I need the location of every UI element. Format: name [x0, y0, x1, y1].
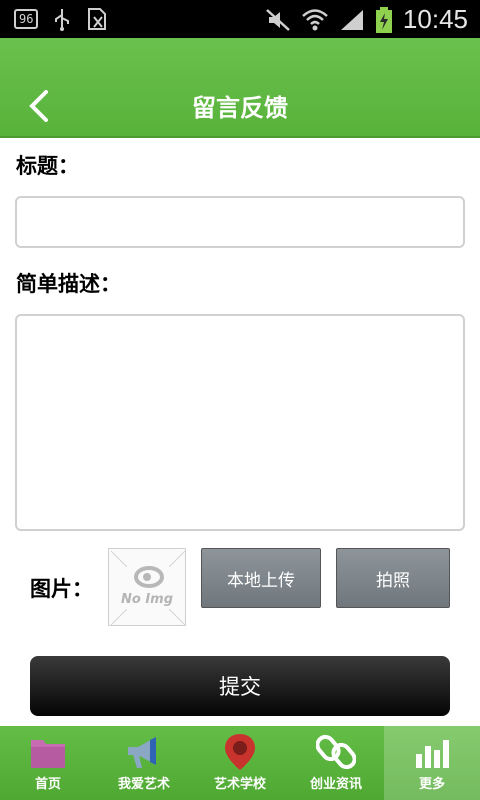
nav-item-more[interactable]: 更多	[384, 726, 480, 800]
bar-chart-icon	[416, 740, 449, 768]
sim-card-icon	[88, 8, 107, 30]
title-input[interactable]	[15, 196, 465, 248]
page-title: 留言反馈	[192, 94, 288, 122]
clock-time: 10:45	[402, 4, 468, 34]
description-textarea[interactable]	[15, 314, 465, 531]
header-divider	[0, 136, 480, 138]
nav-label-startup-news: 创业资讯	[309, 777, 362, 792]
chain-link-icon	[316, 734, 356, 770]
signal-icon	[340, 9, 363, 30]
submit-button[interactable]: 提交	[30, 656, 450, 716]
nav-label-love-art: 我爱艺术	[117, 777, 170, 792]
nav-label-art-school: 艺术学校	[213, 777, 266, 792]
take-photo-button[interactable]: 拍照	[336, 548, 450, 608]
nav-item-home[interactable]: 首页	[0, 726, 96, 800]
bottom-nav: 首页 我爱艺术 艺术学校 创业资讯 更多	[0, 726, 480, 800]
broken-image-icon	[110, 550, 186, 626]
usb-icon	[55, 9, 70, 31]
battery-charging-icon	[375, 6, 392, 33]
folder-icon	[31, 740, 65, 768]
title-label: 标题：	[16, 154, 79, 178]
nav-item-startup-news[interactable]: 创业资讯	[288, 726, 384, 800]
location-pin-icon	[225, 734, 255, 770]
notification-badge: 96	[14, 9, 39, 29]
nav-item-art-school[interactable]: 艺术学校	[192, 726, 288, 800]
mute-icon	[266, 8, 290, 31]
description-label: 简单描述：	[16, 272, 121, 296]
image-label: 图片：	[30, 577, 93, 601]
header-bar: 留言反馈	[0, 38, 480, 138]
nav-label-home: 首页	[34, 777, 61, 792]
megaphone-icon	[128, 737, 156, 768]
nav-item-love-art[interactable]: 我爱艺术	[96, 726, 192, 800]
wifi-icon	[302, 8, 328, 30]
image-preview: No Img	[108, 548, 186, 626]
no-image-text: No Img	[120, 592, 174, 607]
nav-label-more: 更多	[418, 777, 445, 792]
local-upload-button[interactable]: 本地上传	[201, 548, 321, 608]
status-bar: 96 10:45	[0, 0, 480, 38]
